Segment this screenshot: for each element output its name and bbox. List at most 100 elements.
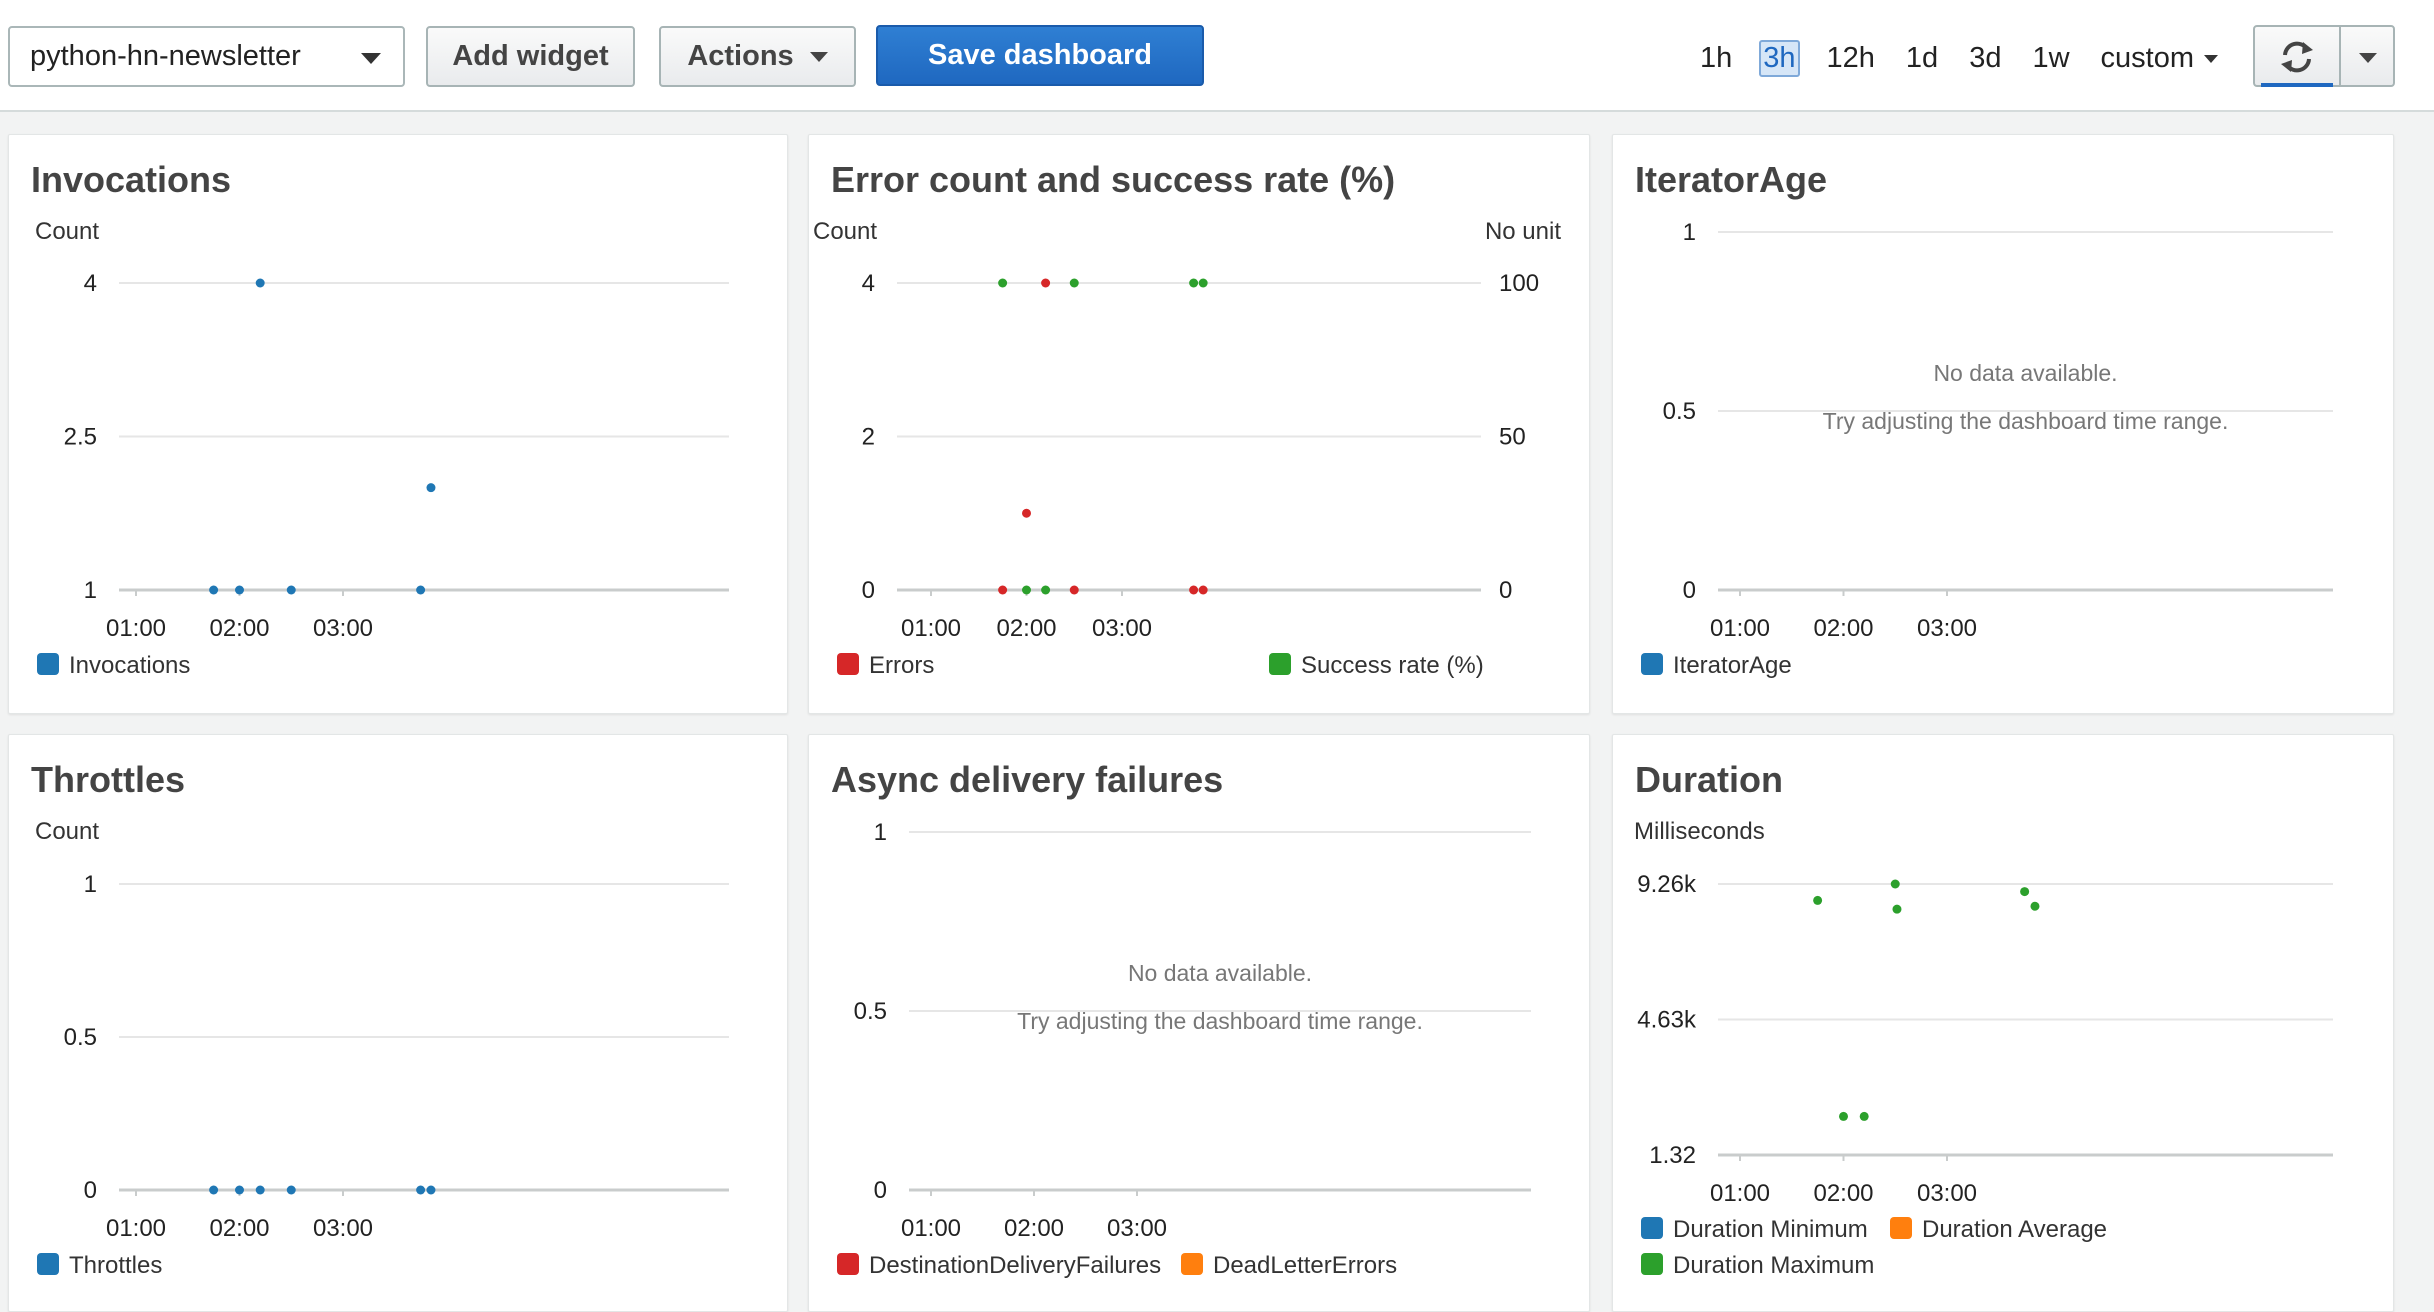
x-tick-label: 02:00 [1813,615,1873,642]
data-point [1813,895,1823,905]
chevron-down-icon [809,51,828,62]
x-tick-label: 03:00 [313,1215,373,1242]
y-axis-unit: Count [35,818,99,845]
legend-label: Errors [869,652,934,679]
legend-label: Duration Maximum [1673,1252,1874,1279]
widget-async-delivery-failures[interactable]: Async delivery failures 0 0.5 1 01:00 02:00 0… [808,734,1590,1312]
actions-label: Actions [687,40,794,72]
data-point [998,278,1008,288]
y-tick-label: 2.5 [64,424,97,451]
time-range-3d[interactable]: 3d [1969,42,2001,75]
time-range-selector: 1h 3h 12h 1d 3d 1w custom [1700,38,2249,78]
data-point [235,585,244,595]
widget-duration[interactable]: Duration Milliseconds 1.32 4.63k 9.26k 01:00… [1612,734,2394,1312]
y-tick-label: 1 [1683,219,1696,246]
actions-button[interactable]: Actions [659,26,856,87]
legend-swatch [1890,1217,1912,1239]
legend-swatch [837,653,859,675]
data-point [1041,585,1051,595]
y2-tick-label: 50 [1499,424,1526,451]
add-widget-button[interactable]: Add widget [426,26,635,87]
y-axis-unit: Count [813,218,877,245]
data-point [286,585,296,595]
chevron-down-icon [2204,54,2219,63]
data-point [2030,901,2040,911]
time-range-3h[interactable]: 3h [1759,39,1800,77]
refresh-icon[interactable] [2277,39,2317,75]
no-data-hint: Try adjusting the dashboard time range. [1017,1008,1423,1034]
legend-label: Throttles [69,1252,162,1279]
x-tick-label: 03:00 [1917,1180,1977,1207]
data-point [426,1185,436,1195]
data-point [1041,278,1051,288]
chevron-down-icon [361,53,381,64]
y-tick-label: 1 [874,819,887,846]
legend-swatch [1269,653,1291,675]
data-point [998,585,1008,595]
y2-axis-unit: No unit [1485,218,1561,245]
y-tick-label: 0.5 [1663,398,1696,425]
data-point [1892,904,1902,914]
time-range-1h[interactable]: 1h [1700,42,1732,75]
x-tick-label: 02:00 [1004,1215,1064,1242]
time-range-1w[interactable]: 1w [2032,42,2069,75]
time-range-1d[interactable]: 1d [1906,42,1938,75]
data-point [2020,887,2030,897]
invocations-chart: Count 1 2.5 4 01:00 02:00 03:00 Invocations [35,218,729,679]
y-tick-label: 4 [84,270,97,297]
y-axis-unit: Milliseconds [1634,818,1765,845]
dashboard-selector[interactable]: python-hn-newsletter [8,26,405,87]
x-tick-label: 01:00 [1710,615,1770,642]
data-point [426,483,436,493]
x-tick-label: 01:00 [106,1215,166,1242]
duration-chart: Milliseconds 1.32 4.63k 9.26k 01:00 02:00 03:0… [1634,818,2333,1279]
y-tick-label: 1 [84,577,97,604]
data-point [1069,585,1079,595]
data-point [416,1185,426,1195]
legend-label: DeadLetterErrors [1213,1252,1397,1279]
y2-tick-label: 100 [1499,270,1539,297]
legend-swatch [37,653,59,675]
add-widget-label: Add widget [452,40,609,72]
data-point [1022,508,1031,518]
x-tick-label: 01:00 [901,1215,961,1242]
data-point [1189,585,1199,595]
x-tick-label: 03:00 [1107,1215,1167,1242]
data-point [235,1185,244,1195]
y-tick-label: 1 [84,871,97,898]
time-range-12h[interactable]: 12h [1827,42,1875,75]
y-tick-label: 0.5 [854,998,887,1025]
data-point [209,585,219,595]
x-tick-label: 01:00 [1710,1180,1770,1207]
widget-throttles[interactable]: Throttles Count 0 0.5 1 01:00 02:00 03:00 Throt… [8,734,788,1312]
data-point [1069,278,1079,288]
data-point [416,585,426,595]
x-tick-label: 03:00 [1092,615,1152,642]
y-tick-label: 0 [874,1177,887,1204]
data-point [255,1185,265,1195]
y-tick-label: 4 [862,270,875,297]
x-tick-label: 02:00 [209,1215,269,1242]
x-tick-label: 01:00 [901,615,961,642]
widget-iterator-age[interactable]: IteratorAge 0 0.5 1 01:00 02:00 03:00 No data … [1612,134,2394,714]
save-dashboard-button[interactable]: Save dashboard [876,25,1204,86]
refresh-button-group [2253,25,2395,87]
widget-invocations[interactable]: Invocations Count 1 2.5 4 01:00 02:00 03:00 Inv… [8,134,788,714]
y-tick-label: 0 [84,1177,97,1204]
widget-error-count-success-rate[interactable]: Error count and success rate (%) Count No… [808,134,1590,714]
legend-label: DestinationDeliveryFailures [869,1252,1161,1279]
y-tick-label: 4.63k [1637,1007,1697,1034]
data-point [1839,1111,1848,1121]
x-tick-label: 01:00 [106,615,166,642]
y2-tick-label: 0 [1499,577,1512,604]
data-point [1189,278,1199,288]
time-range-custom[interactable]: custom [2100,41,2219,75]
dashboard-name: python-hn-newsletter [30,40,301,72]
data-point [1198,278,1208,288]
data-point [286,1185,296,1195]
custom-label: custom [2100,41,2195,74]
data-point [1198,585,1208,595]
legend-swatch [37,1253,59,1275]
legend-swatch [1641,653,1663,675]
chevron-down-icon[interactable] [2359,53,2377,63]
